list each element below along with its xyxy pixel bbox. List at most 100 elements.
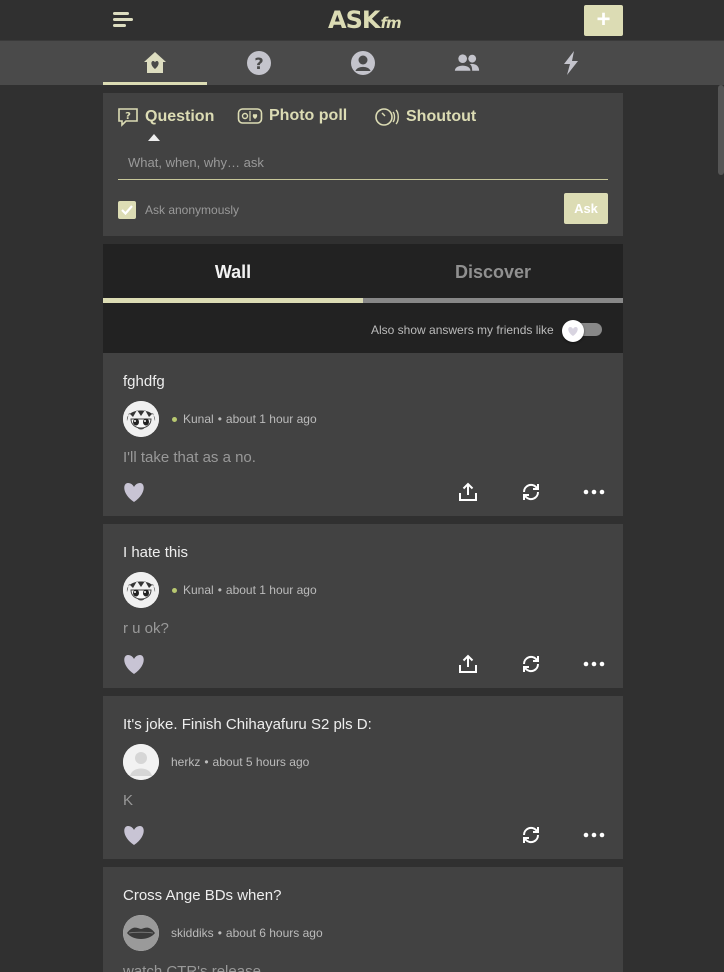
tab-discover-indicator	[363, 298, 623, 303]
avatar[interactable]	[123, 572, 159, 608]
logo[interactable]: ASKfm	[328, 6, 402, 34]
share-button[interactable]	[457, 481, 479, 508]
nav-activity[interactable]	[519, 41, 623, 85]
check-icon	[121, 205, 133, 216]
post-meta: Kunal • about 1 hour ago	[169, 583, 317, 597]
friends-likes-label: Also show answers my friends like	[371, 323, 554, 337]
tab-wall-indicator	[103, 298, 363, 303]
question-input[interactable]	[118, 145, 608, 180]
anime-avatar-icon	[123, 401, 159, 437]
repost-icon	[522, 655, 540, 673]
nav-questions[interactable]: ?	[207, 41, 311, 85]
tab-shoutout[interactable]: Shoutout	[374, 107, 476, 127]
post-time[interactable]: about 1 hour ago	[226, 583, 317, 597]
anonymous-label: Ask anonymously	[145, 203, 240, 217]
post-card: It's joke. Finish Chihayafuru S2 pls D: …	[103, 696, 623, 859]
nav-home[interactable]	[103, 41, 207, 85]
repost-button[interactable]	[520, 824, 542, 851]
share-icon	[459, 654, 477, 673]
heart-icon	[124, 826, 144, 845]
scrollbar[interactable]	[718, 85, 724, 175]
logo-text: ASK	[328, 6, 380, 34]
tab-question[interactable]: ? Question	[117, 107, 214, 127]
default-avatar-icon	[123, 744, 159, 780]
post-question[interactable]: I hate this	[123, 544, 188, 561]
anime-avatar-icon	[123, 572, 159, 608]
anonymous-checkbox[interactable]	[118, 201, 136, 219]
question-icon: ?	[247, 51, 271, 75]
post-answer: watch CTR's release	[123, 963, 261, 972]
tab-discover[interactable]: Discover	[363, 262, 623, 283]
avatar[interactable]	[123, 401, 159, 437]
post-meta: Kunal • about 1 hour ago	[169, 412, 317, 426]
post-card: Cross Ange BDs when? skiddiks • about 6 …	[103, 867, 623, 972]
lightning-icon	[564, 51, 578, 75]
tab-photo-poll[interactable]: Photo poll	[237, 107, 347, 125]
post-question[interactable]: fghdfg	[123, 373, 165, 390]
lips-avatar-icon	[123, 915, 159, 951]
meta-separator: •	[217, 583, 222, 597]
post-author[interactable]: skiddiks	[171, 926, 214, 940]
meta-separator: •	[204, 755, 209, 769]
share-button[interactable]	[457, 653, 479, 680]
photo-poll-icon	[237, 108, 263, 124]
shoutout-icon	[375, 108, 399, 126]
post-question[interactable]: It's joke. Finish Chihayafuru S2 pls D:	[123, 716, 372, 733]
meta-separator: •	[217, 926, 222, 940]
avatar[interactable]	[123, 744, 159, 780]
more-button[interactable]	[583, 481, 605, 508]
tab-shoutout-label: Shoutout	[406, 108, 477, 125]
post-answer: r u ok?	[123, 620, 169, 637]
ask-button[interactable]: Ask	[564, 193, 608, 224]
svg-text:?: ?	[125, 111, 131, 122]
nav-profile[interactable]	[311, 41, 415, 85]
post-card: fghdfg Kunal • about 1 hour ago I'll tak…	[103, 353, 623, 516]
repost-icon	[522, 483, 540, 501]
tab-question-label: Question	[145, 108, 215, 125]
ask-composer: ? Question Photo poll Shoutout Ask anony…	[103, 93, 623, 236]
post-time[interactable]: about 1 hour ago	[226, 412, 317, 426]
share-icon	[459, 482, 477, 501]
post-meta: herkz • about 5 hours ago	[169, 755, 309, 769]
home-heart-icon	[144, 52, 166, 73]
more-button[interactable]	[583, 824, 605, 851]
tab-photo-poll-label: Photo poll	[269, 107, 348, 124]
more-icon	[583, 661, 605, 667]
post-card: I hate this Kunal • about 1 hour ago r u…	[103, 524, 623, 688]
avatar[interactable]	[123, 915, 159, 951]
meta-separator: •	[217, 412, 222, 426]
post-answer: K	[123, 792, 134, 809]
repost-button[interactable]	[520, 481, 542, 508]
more-icon	[583, 489, 605, 495]
friends-likes-toggle[interactable]	[562, 320, 604, 342]
repost-button[interactable]	[520, 653, 542, 680]
like-button[interactable]	[121, 653, 147, 680]
question-bubble-icon: ?	[118, 108, 138, 127]
like-button[interactable]	[121, 824, 147, 851]
tab-wall[interactable]: Wall	[103, 262, 363, 283]
post-author[interactable]: Kunal	[183, 583, 214, 597]
friends-icon	[454, 54, 480, 71]
nav-friends[interactable]	[415, 41, 519, 85]
heart-icon	[124, 655, 144, 674]
more-button[interactable]	[583, 653, 605, 680]
post-question[interactable]: Cross Ange BDs when?	[123, 887, 281, 904]
toggle-knob	[562, 320, 584, 342]
svg-text:?: ?	[254, 54, 263, 73]
user-icon	[351, 51, 375, 75]
post-time[interactable]: about 5 hours ago	[213, 755, 310, 769]
add-button[interactable]: +	[584, 5, 623, 36]
main-nav: ?	[0, 41, 724, 85]
post-author[interactable]: Kunal	[183, 412, 214, 426]
repost-icon	[522, 826, 540, 844]
online-indicator	[172, 587, 177, 593]
like-button[interactable]	[121, 481, 147, 508]
post-time[interactable]: about 6 hours ago	[226, 926, 323, 940]
post-meta: skiddiks • about 6 hours ago	[169, 926, 323, 940]
feed-tabs: Wall Discover Also show answers my frien…	[103, 244, 623, 353]
hamburger-icon[interactable]	[113, 12, 133, 29]
top-bar: ASKfm +	[0, 0, 724, 41]
post-author[interactable]: herkz	[171, 755, 200, 769]
post-answer: I'll take that as a no.	[123, 449, 256, 466]
heart-icon	[124, 483, 144, 502]
